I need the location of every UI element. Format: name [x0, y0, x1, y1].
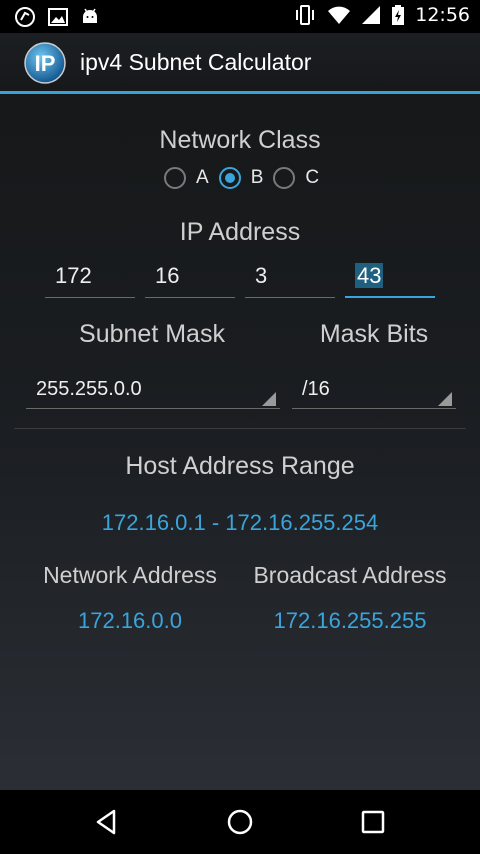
ip-octet-1-value: 172	[55, 263, 92, 288]
broadcast-address-value: 172.16.255.255	[273, 608, 427, 633]
app-logo-text: IP	[35, 51, 56, 76]
radio-label-b: B	[250, 167, 264, 188]
subnet-mask-dropdown[interactable]: 255.255.0.0	[26, 369, 280, 409]
network-address-value: 172.16.0.0	[78, 608, 182, 633]
ip-octet-3-input[interactable]: 3	[245, 254, 335, 298]
battery-charging-icon	[392, 5, 405, 25]
ip-octet-1-input[interactable]: 172	[45, 254, 135, 298]
host-range-label: Host Address Range	[125, 452, 355, 480]
home-icon[interactable]	[225, 807, 255, 837]
radio-class-b[interactable]	[218, 167, 241, 189]
network-class-label: Network Class	[159, 126, 321, 154]
main-content: Network Class A B C IP Address 172 16 3 …	[0, 94, 480, 790]
status-bar: 12:56	[0, 0, 480, 33]
ip-address-label: IP Address	[179, 218, 301, 246]
divider	[14, 428, 466, 429]
dropdown-arrow-icon	[262, 392, 276, 406]
sync-icon	[15, 7, 35, 27]
image-icon	[48, 8, 68, 26]
subnet-mask-value: 255.255.0.0	[36, 378, 142, 400]
app-title: ipv4 Subnet Calculator	[80, 49, 312, 75]
android-icon	[83, 8, 97, 23]
ip-octet-2-input[interactable]: 16	[145, 254, 235, 298]
mask-bits-dropdown[interactable]: /16	[292, 369, 456, 409]
radio-class-c[interactable]	[273, 167, 296, 189]
network-address-label: Network Address	[43, 562, 217, 588]
dropdown-arrow-icon	[438, 392, 452, 406]
ip-octet-4-value: 43	[355, 263, 384, 288]
recents-icon[interactable]	[358, 807, 388, 837]
host-range-value: 172.16.0.1 - 172.16.255.254	[101, 510, 379, 535]
ip-octet-3-value: 3	[255, 263, 268, 288]
navigation-bar	[0, 790, 480, 854]
back-icon[interactable]	[92, 807, 122, 837]
vibrate-icon	[296, 5, 315, 25]
mask-bits-value: /16	[302, 378, 330, 400]
subnet-mask-label: Subnet Mask	[79, 320, 225, 348]
ip-octet-2-value: 16	[155, 263, 180, 288]
action-bar: IP ipv4 Subnet Calculator	[0, 33, 480, 94]
network-class-radio-group: A B C	[164, 167, 329, 189]
wifi-icon	[328, 6, 351, 24]
mask-bits-label: Mask Bits	[319, 320, 429, 348]
broadcast-address-label: Broadcast Address	[253, 562, 447, 588]
radio-label-a: A	[196, 167, 209, 188]
signal-icon	[362, 6, 381, 24]
radio-class-a[interactable]	[164, 167, 186, 189]
status-clock: 12:56	[415, 4, 470, 26]
ip-octet-4-input[interactable]: 43	[345, 254, 435, 298]
radio-label-c: C	[305, 167, 320, 188]
app-logo-icon: IP	[24, 42, 66, 84]
